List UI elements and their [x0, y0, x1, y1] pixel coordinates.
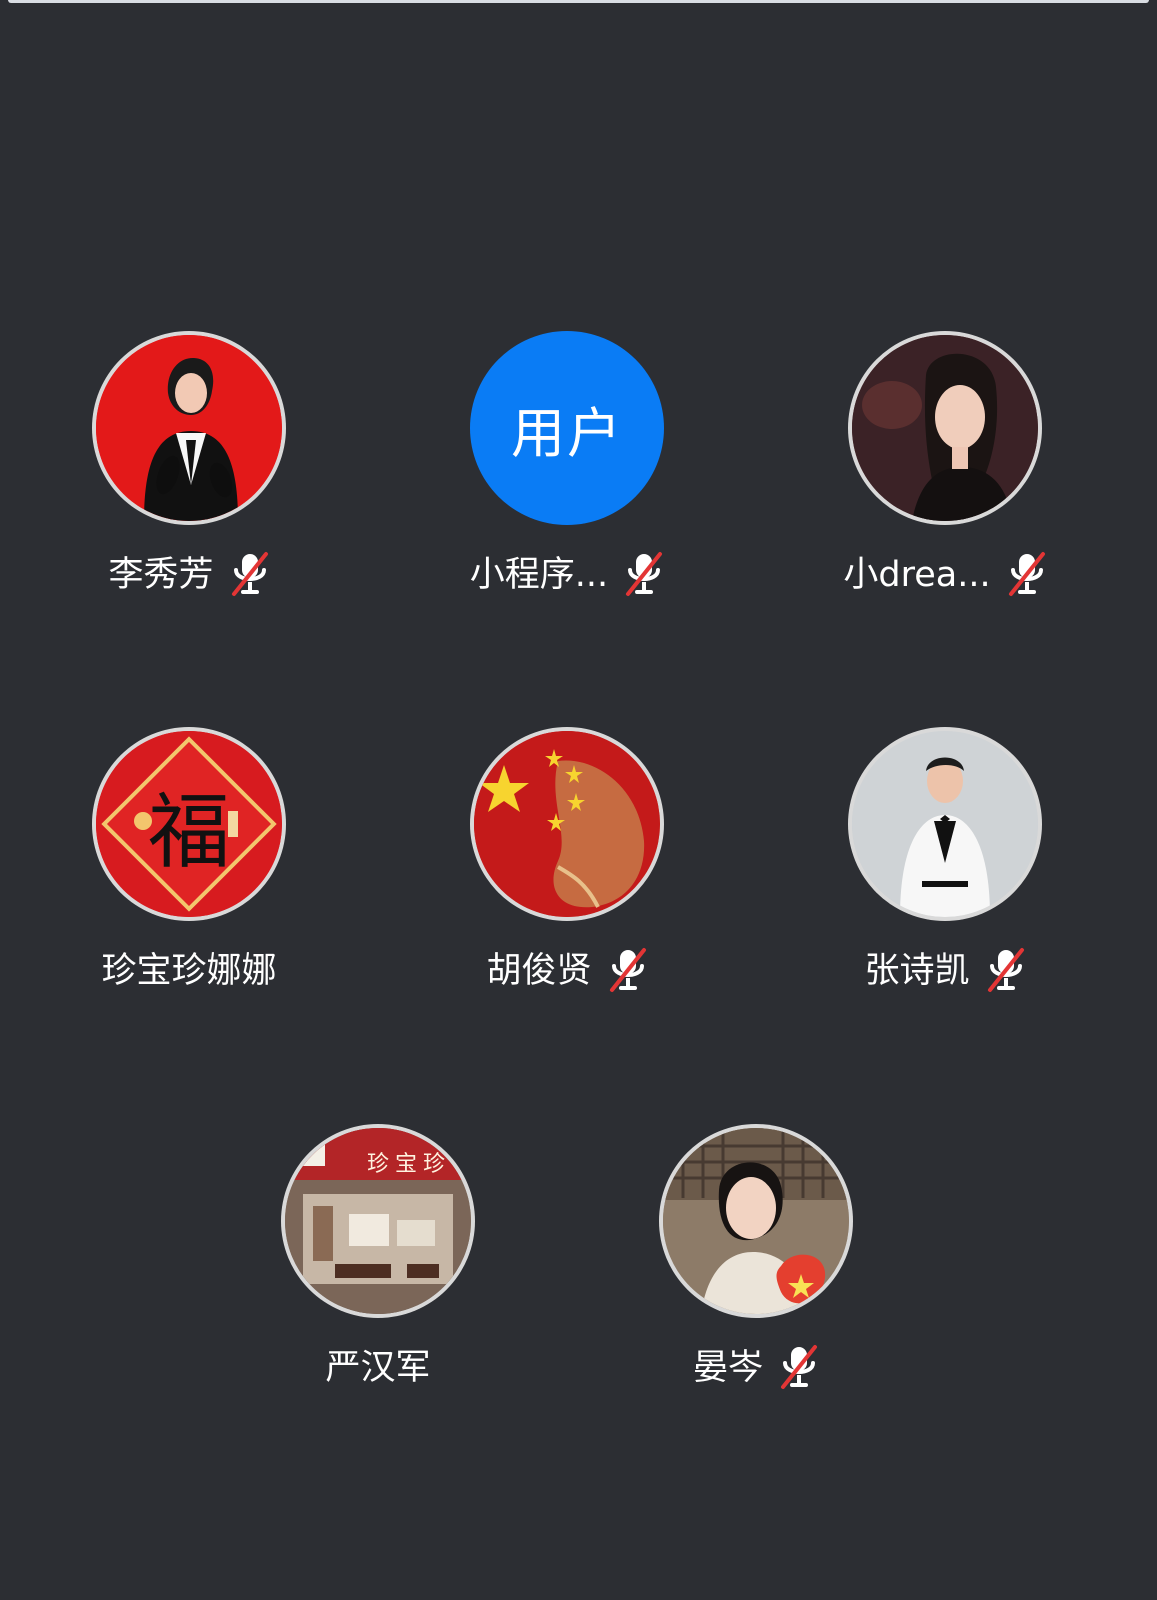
- participant-name-row: 李秀芳: [39, 550, 339, 600]
- store-sign-text: 珍宝珍: [367, 1152, 452, 1177]
- avatar-text: 用户: [511, 401, 623, 465]
- participant-name: 小程序...: [469, 554, 609, 595]
- avatar-photo-art: [474, 731, 660, 917]
- avatar[interactable]: 福: [92, 727, 286, 921]
- participant-name-row: 珍宝珍娜娜: [39, 946, 339, 996]
- avatar-photo-art: [852, 335, 1038, 521]
- avatar[interactable]: 用户: [470, 331, 664, 525]
- fu-character: 福: [147, 784, 230, 880]
- participant-name: 珍宝珍娜娜: [101, 950, 277, 991]
- mic-off-icon[interactable]: [779, 1343, 819, 1393]
- participant-tile[interactable]: 用户 小程序...: [417, 331, 717, 631]
- avatar[interactable]: 珍宝珍: [281, 1124, 475, 1318]
- avatar-photo: [852, 335, 1038, 521]
- participant-name-row: 胡俊贤: [417, 946, 717, 996]
- participant-name: 小drea...: [843, 554, 991, 595]
- avatar-photo-art: [852, 731, 1038, 917]
- avatar-photo: [474, 731, 660, 917]
- participant-name: 严汉军: [325, 1347, 431, 1388]
- avatar-photo: 珍宝珍: [285, 1128, 471, 1314]
- participant-tile[interactable]: 李秀芳: [39, 331, 339, 631]
- mic-off-icon[interactable]: [624, 550, 664, 600]
- avatar-photo-art: [96, 335, 282, 521]
- participant-name-row: 张诗凯: [795, 946, 1095, 996]
- participant-tile[interactable]: 张诗凯: [795, 727, 1095, 1027]
- avatar-photo-art: [663, 1128, 849, 1314]
- mic-off-icon[interactable]: [608, 946, 648, 996]
- participant-name: 晏岑: [692, 1347, 763, 1388]
- participant-tile[interactable]: 小drea...: [795, 331, 1095, 631]
- avatar[interactable]: [848, 727, 1042, 921]
- avatar[interactable]: [92, 331, 286, 525]
- mic-off-icon[interactable]: [230, 550, 270, 600]
- avatar[interactable]: [659, 1124, 853, 1318]
- avatar[interactable]: [848, 331, 1042, 525]
- participant-tile[interactable]: 胡俊贤: [417, 727, 717, 1027]
- mic-off-icon[interactable]: [986, 946, 1026, 996]
- avatar-photo: 福: [96, 731, 282, 917]
- participant-tile[interactable]: 福 珍宝珍娜娜: [39, 727, 339, 1027]
- avatar-photo: [852, 731, 1038, 917]
- avatar[interactable]: [470, 727, 664, 921]
- participant-name-row: 晏岑: [606, 1343, 906, 1393]
- participant-name: 胡俊贤: [486, 950, 592, 991]
- participant-tile[interactable]: 珍宝珍 严汉军: [228, 1124, 528, 1424]
- participant-name-row: 小drea...: [795, 550, 1095, 600]
- participant-name: 张诗凯: [864, 950, 970, 991]
- participant-name-row: 小程序...: [417, 550, 717, 600]
- participant-grid: 李秀芳 用户 小程序... 小drea... 福 珍宝珍娜娜 胡俊贤 张诗凯 珍…: [0, 0, 1157, 1600]
- participant-name: 李秀芳: [108, 554, 214, 595]
- avatar-photo: [663, 1128, 849, 1314]
- mic-off-icon[interactable]: [1007, 550, 1047, 600]
- participant-name-row: 严汉军: [228, 1343, 528, 1393]
- avatar-photo: [96, 335, 282, 521]
- participant-tile[interactable]: 晏岑: [606, 1124, 906, 1424]
